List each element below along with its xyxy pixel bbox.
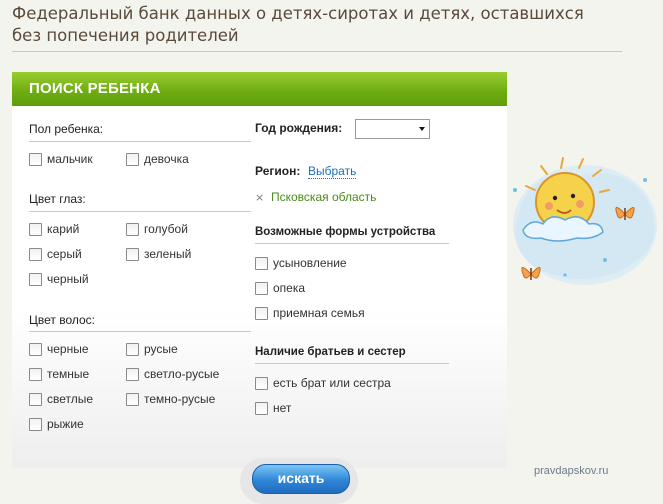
checkbox-icon[interactable] xyxy=(29,248,42,261)
checkbox-icon[interactable] xyxy=(255,282,268,295)
eye-color-divider xyxy=(29,211,251,212)
checkbox-icon[interactable] xyxy=(126,343,139,356)
birth-year-label: Год рождения: xyxy=(255,121,343,135)
region-selected-value: Псковская область xyxy=(271,190,377,204)
checkbox-icon[interactable] xyxy=(29,393,42,406)
option-label: зеленый xyxy=(144,247,192,261)
siblings-label: Наличие братьев и сестер xyxy=(255,346,406,358)
checkbox-icon[interactable] xyxy=(29,343,42,356)
checkbox-icon[interactable] xyxy=(126,248,139,261)
checkbox-icon[interactable] xyxy=(126,153,139,166)
search-card: ПОИСК РЕБЕНКА Пол ребенка: мальчик девоч… xyxy=(12,72,507,468)
page-title: Федеральный банк данных о детях-сиротах … xyxy=(12,4,584,45)
option-label: светло-русые xyxy=(144,367,220,381)
gender-divider xyxy=(29,141,251,142)
site-watermark: pravdapskov.ru xyxy=(534,465,609,477)
option-label: приемная семья xyxy=(273,306,365,320)
checkbox-icon[interactable] xyxy=(29,273,42,286)
option-label: карий xyxy=(47,222,80,236)
checkbox-icon[interactable] xyxy=(255,257,268,270)
search-button[interactable]: искать xyxy=(252,464,350,494)
eye-color-label: Цвет глаз: xyxy=(29,192,86,206)
checkbox-icon[interactable] xyxy=(126,223,139,236)
option-label: темные xyxy=(47,367,90,381)
placement-divider xyxy=(255,243,449,244)
hair-color-divider xyxy=(29,331,251,332)
hair-color-label: Цвет волос: xyxy=(29,313,96,327)
checkbox-icon[interactable] xyxy=(29,153,42,166)
sun-illustration xyxy=(513,157,657,285)
option-label: есть брат или сестра xyxy=(273,376,391,390)
option-label: серый xyxy=(47,247,82,261)
checkbox-icon[interactable] xyxy=(29,223,42,236)
card-header: ПОИСК РЕБЕНКА xyxy=(12,72,507,106)
siblings-divider xyxy=(255,363,449,364)
option-label: светлые xyxy=(47,392,94,406)
option-label: черный xyxy=(47,272,89,286)
card-title: ПОИСК РЕБЕНКА xyxy=(29,80,161,97)
checkbox-icon[interactable] xyxy=(255,307,268,320)
birth-year-select[interactable] xyxy=(355,119,430,139)
region-label: Регион: xyxy=(255,164,301,178)
option-label: рыжие xyxy=(47,417,84,431)
option-label: мальчик xyxy=(47,152,93,166)
checkbox-icon[interactable] xyxy=(29,418,42,431)
option-label: усыновление xyxy=(273,256,347,270)
option-label: голубой xyxy=(144,222,188,236)
title-divider xyxy=(12,51,622,52)
checkbox-icon[interactable] xyxy=(255,377,268,390)
option-label: нет xyxy=(273,401,292,415)
butterfly-icon xyxy=(521,267,541,280)
placement-label: Возможные формы устройства xyxy=(255,226,436,238)
checkbox-icon[interactable] xyxy=(126,393,139,406)
option-label: темно-русые xyxy=(144,392,216,406)
region-choose-link[interactable]: Выбрать xyxy=(308,164,357,179)
option-label: опека xyxy=(273,281,306,295)
checkbox-icon[interactable] xyxy=(255,402,268,415)
option-label: девочка xyxy=(144,152,189,166)
gender-label: Пол ребенка: xyxy=(29,122,104,136)
checkbox-icon[interactable] xyxy=(126,368,139,381)
checkbox-icon[interactable] xyxy=(29,368,42,381)
chevron-down-icon xyxy=(419,127,425,131)
option-label: черные xyxy=(47,342,89,356)
option-label: русые xyxy=(144,342,178,356)
close-icon[interactable]: × xyxy=(255,191,264,204)
